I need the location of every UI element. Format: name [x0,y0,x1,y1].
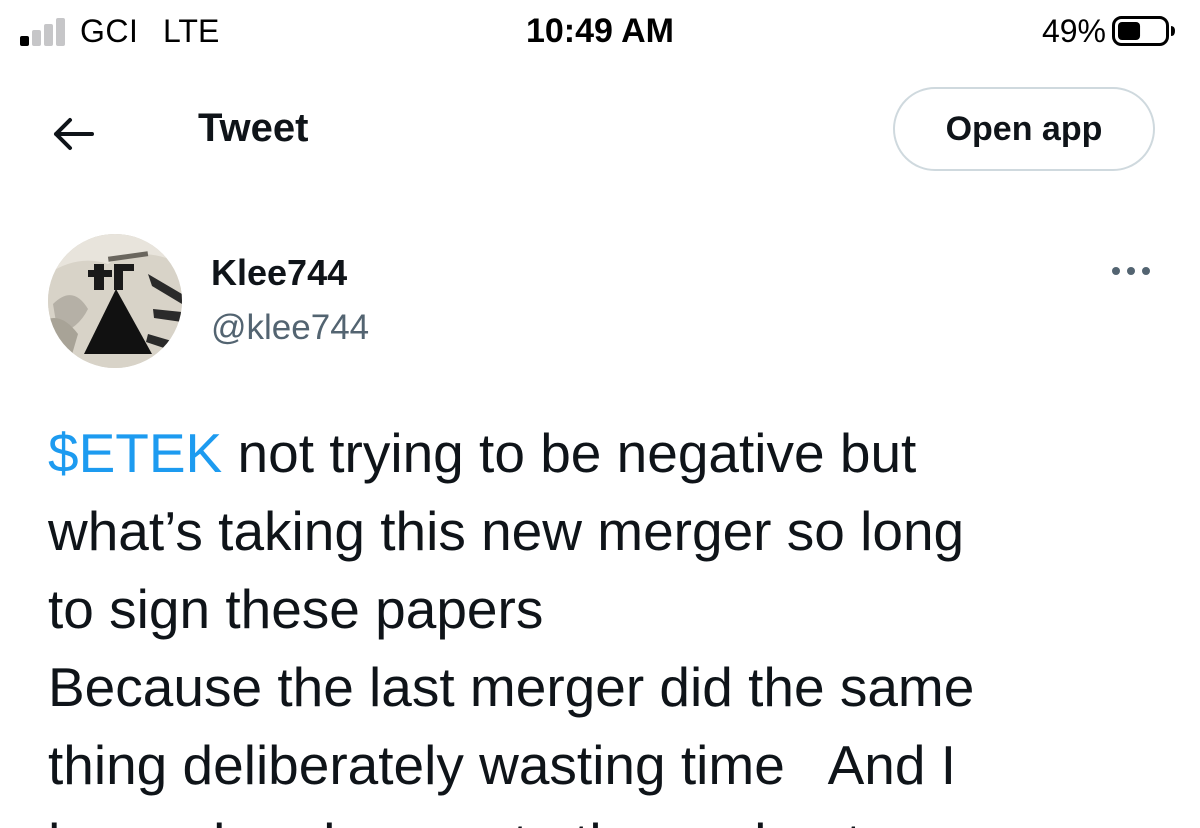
tweet-text-line: to sign these papers [48,578,544,640]
tweet-text: $ETEK not trying to be negative but what… [48,414,1178,828]
tweet-text-line: Because the last merger did the same [48,656,975,718]
avatar-image [48,234,182,368]
avatar[interactable] [48,234,182,368]
tweet-text-line-cut-off: have already seen to the worker to [48,804,1178,828]
tweet-text-segment: not trying to be negative but [222,422,917,484]
battery-percent: 49% [1041,13,1106,49]
arrow-left-icon [54,118,94,150]
status-time: 10:49 AM [525,12,675,50]
author-handle[interactable]: @klee744 [211,308,369,348]
more-options-button[interactable] [1104,256,1158,286]
cashtag-link[interactable]: $ETEK [48,422,222,484]
tweet-text-line: what’s taking this new merger so long [48,500,965,562]
tweet-text-line: $ETEK not trying to be negative but [48,414,1178,492]
status-bar: GCI LTE 10:49 AM 49% [0,0,1200,64]
more-horizontal-icon [1112,267,1150,275]
open-app-button[interactable]: Open app [893,87,1155,171]
back-button[interactable] [44,106,100,162]
tweet-screen: GCI LTE 10:49 AM 49% Tweet Open app Klee… [0,0,1200,828]
tweet-text-line: thing deliberately wasting time And I [48,734,957,796]
page-title: Tweet [198,106,309,150]
author-display-name[interactable]: Klee744 [211,252,347,294]
battery-icon [1112,16,1175,46]
